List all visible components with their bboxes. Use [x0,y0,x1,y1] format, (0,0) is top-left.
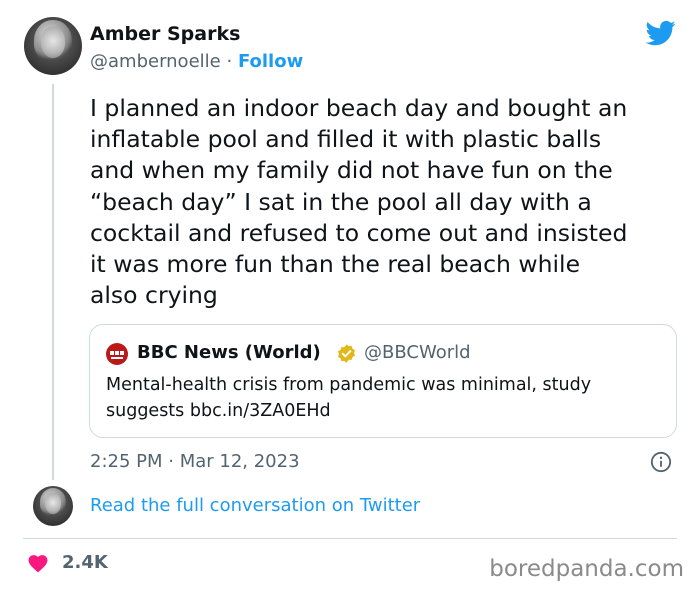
author-handle[interactable]: @ambernoelle [90,51,221,72]
quote-text-line: suggests bbc.in/3ZA0EHd [106,401,331,421]
follow-button[interactable]: Follow [238,51,303,72]
twitter-bird-icon[interactable] [644,18,678,48]
read-conversation-link[interactable]: Read the full conversation on Twitter [90,494,420,518]
quoted-tweet[interactable]: BBC News (World) @BBCWorld Mental-health… [89,324,677,438]
bbc-news-logo [106,343,128,365]
tweet-card: Amber Sparks @ambernoelle · Follow I pla… [0,0,700,591]
tweet-text: I planned an indoor beach day and bought… [90,93,690,311]
author-avatar[interactable] [24,17,82,75]
tweet-text-line: also crying [90,281,218,310]
tweet-text-line: inflatable pool and filled it with plast… [90,125,602,154]
tweet-timestamp[interactable]: 2:25 PM · Mar 12, 2023 [90,450,300,474]
quote-author-name[interactable]: BBC News (World) [137,341,321,365]
source-watermark: boredpanda.com [489,556,684,582]
like-count[interactable]: 2.4K [62,551,108,575]
meta-separator: · [226,51,233,72]
conversation-avatar[interactable] [33,486,73,526]
info-icon[interactable] [650,451,672,473]
quote-author-handle[interactable]: @BBCWorld [364,341,471,365]
author-name[interactable]: Amber Sparks [90,22,240,46]
thread-line [52,84,54,480]
heart-icon[interactable] [27,553,49,573]
tweet-text-line: “beach day” I sat in the pool all day wi… [90,187,592,216]
quote-text: Mental-health crisis from pandemic was m… [106,372,666,424]
verified-badge-icon [338,344,355,363]
author-meta: @ambernoelle · Follow [90,50,303,74]
tweet-text-line: cocktail and refused to come out and ins… [90,218,628,247]
quote-text-line: Mental-health crisis from pandemic was m… [106,375,592,395]
tweet-text-line: it was more fun than the real beach whil… [90,250,581,279]
divider [23,538,677,539]
tweet-text-line: and when my family did not have fun on t… [90,156,613,185]
tweet-text-line: I planned an indoor beach day and bought… [90,94,628,122]
